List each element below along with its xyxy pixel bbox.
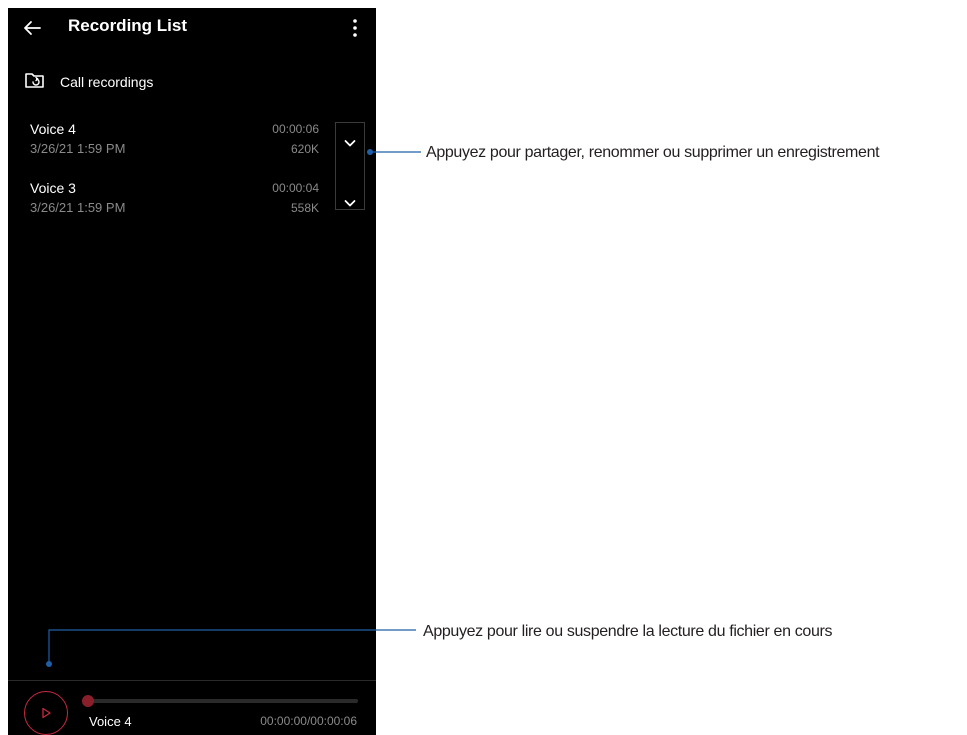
callout-play-text: Appuyez pour lire ou suspendre la lectur… bbox=[423, 623, 833, 640]
stage: Recording List Call recordings Voice 4 3… bbox=[0, 0, 967, 735]
callout-options-text: Appuyez pour partager, renommer ou suppr… bbox=[426, 144, 880, 161]
callout-dot-options bbox=[367, 149, 373, 155]
callout-dot-play bbox=[46, 661, 52, 667]
callout-line-play bbox=[48, 629, 416, 664]
